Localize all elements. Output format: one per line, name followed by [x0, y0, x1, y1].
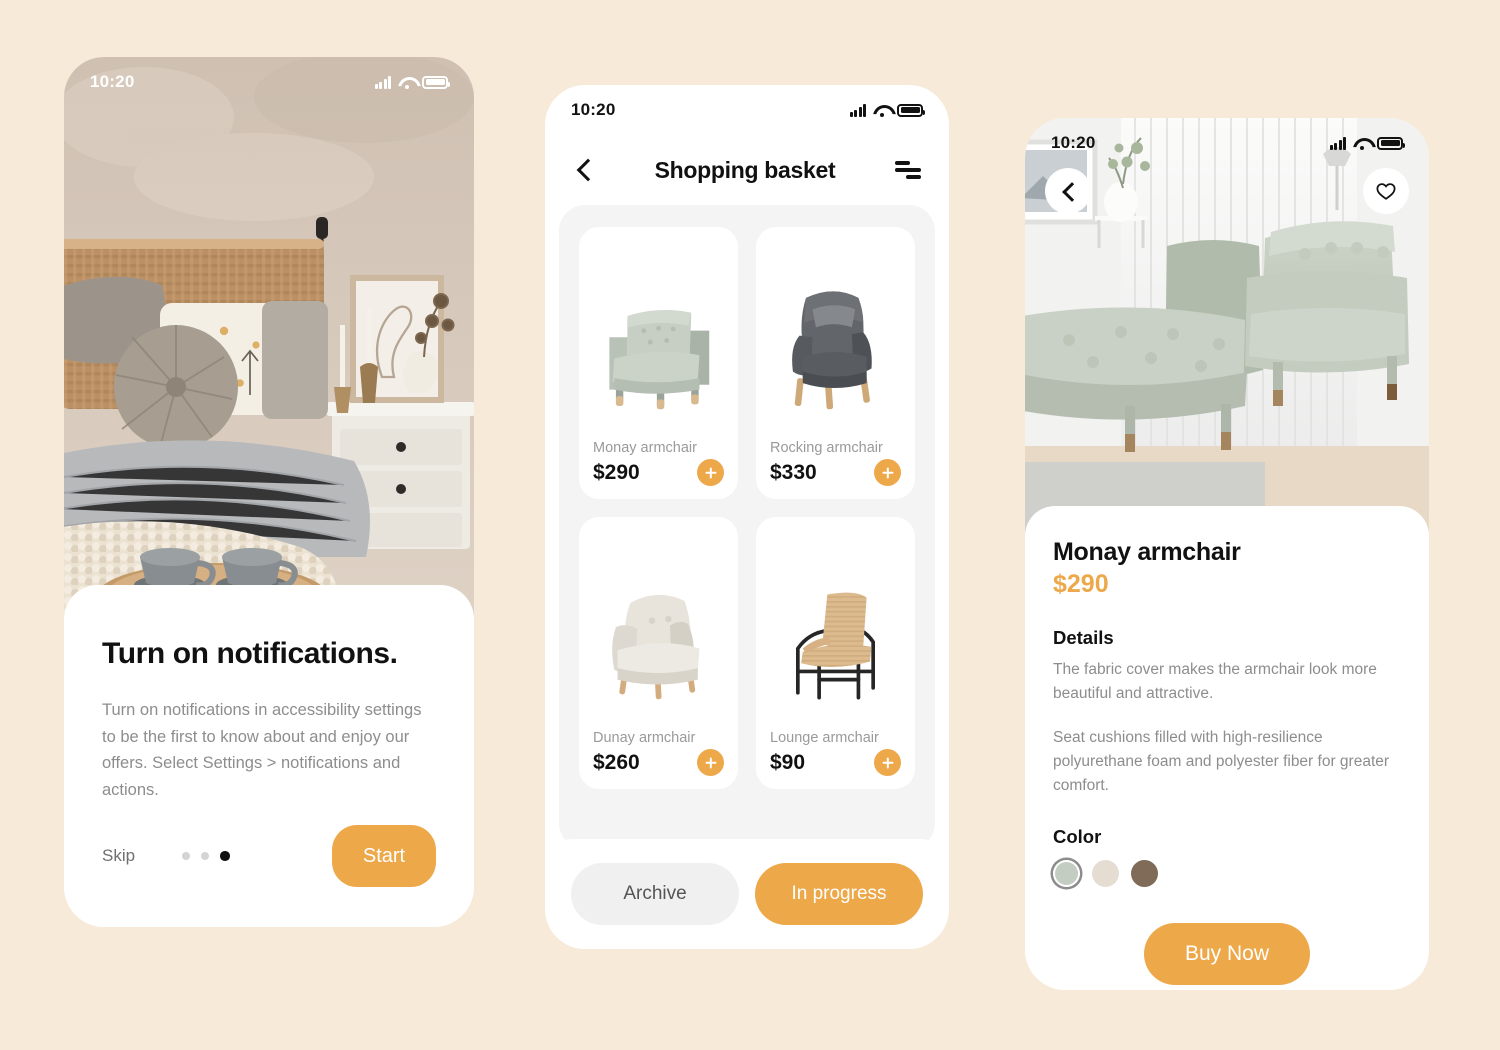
product-thumbnail-monay	[593, 241, 724, 440]
cellular-bars-icon	[1329, 136, 1346, 150]
pagination-dots	[182, 851, 230, 861]
onboarding-body: Turn on notifications in accessibility s…	[102, 701, 422, 800]
cellular-bars-icon	[374, 75, 391, 89]
bedroom-illustration	[64, 57, 474, 617]
start-button[interactable]: Start	[332, 825, 436, 887]
favorite-button[interactable]	[1363, 168, 1409, 214]
color-heading: Color	[1053, 826, 1102, 848]
basket-tabbar: Archive In progress	[545, 839, 949, 949]
tab-archive[interactable]: Archive	[571, 863, 739, 925]
product-title: Monay armchair	[1053, 538, 1241, 566]
product-price-row: $260	[593, 749, 724, 776]
page-title: Shopping basket	[654, 156, 836, 183]
color-swatch-cream[interactable]	[1092, 860, 1119, 888]
rattan-chair-illustration	[795, 592, 876, 700]
add-to-cart-button[interactable]	[697, 459, 724, 486]
skip-button[interactable]: Skip	[102, 846, 135, 866]
phone-screen-onboarding: 10:20 Turn on notifications. Turn on not…	[64, 57, 474, 927]
tufted-armchair-illustration	[612, 594, 700, 700]
product-price: $290	[593, 460, 640, 484]
phone-screen-basket: 10:20 Shopping basket Monay armchair $29…	[545, 85, 949, 949]
product-thumbnail-rocking	[770, 241, 901, 440]
basket-product-panel: Monay armchair $290 Rocking armchair $33…	[559, 205, 935, 849]
product-name: Lounge armchair	[770, 730, 879, 746]
app-showcase-canvas: 10:20 Turn on notifications. Turn on not…	[0, 0, 1500, 1050]
add-to-cart-button[interactable]	[874, 459, 901, 486]
wifi-icon	[398, 76, 415, 89]
back-icon[interactable]	[573, 159, 595, 181]
product-card[interactable]: Lounge armchair $90	[756, 517, 915, 789]
wifi-icon	[873, 104, 890, 117]
color-swatch-dark-brown[interactable]	[1131, 860, 1158, 888]
product-name: Monay armchair	[593, 440, 697, 456]
heart-icon	[1376, 183, 1396, 200]
boxy-armchair-illustration	[609, 310, 710, 410]
battery-icon	[422, 75, 450, 89]
product-thumbnail-lounge	[770, 531, 901, 730]
chevron-left-icon	[1059, 182, 1077, 200]
wingback-chair-illustration	[792, 291, 872, 410]
product-price-row: $290	[593, 459, 724, 486]
bedroom-hero-image	[64, 57, 474, 617]
onboarding-card: Turn on notifications. Turn on notificat…	[64, 585, 474, 927]
tab-in-progress[interactable]: In progress	[755, 863, 923, 925]
battery-icon	[897, 103, 925, 117]
product-price-row: $90	[770, 749, 901, 776]
details-paragraph-2: Seat cushions filled with high-resilienc…	[1053, 729, 1390, 795]
status-time: 10:20	[90, 72, 135, 91]
product-price-row: $330	[770, 459, 901, 486]
product-detail-card: Monay armchair $290 Details The fabric c…	[1025, 506, 1429, 990]
status-time: 10:20	[1051, 133, 1096, 152]
wifi-icon	[1353, 137, 1370, 150]
onboarding-title: Turn on notifications.	[102, 637, 398, 670]
product-grid: Monay armchair $290 Rocking armchair $33…	[579, 227, 915, 789]
status-bar-detail: 10:20	[1025, 118, 1429, 168]
phone-screen-product-detail: 10:20 Monay armchair $290 Details The fa…	[1025, 118, 1429, 990]
add-to-cart-button[interactable]	[697, 749, 724, 776]
product-price: $260	[593, 750, 640, 774]
buy-now-button[interactable]: Buy Now	[1144, 923, 1310, 986]
add-to-cart-button[interactable]	[874, 749, 901, 776]
product-card[interactable]: Monay armchair $290	[579, 227, 738, 499]
color-swatch-sage-green[interactable]	[1053, 860, 1080, 888]
product-price: $330	[770, 460, 817, 484]
status-icons	[1329, 136, 1405, 150]
product-thumbnail-dunay	[593, 531, 724, 730]
details-heading: Details	[1053, 627, 1114, 648]
filter-lines-icon[interactable]	[895, 161, 921, 179]
pagination-dot-1[interactable]	[182, 852, 191, 860]
product-card[interactable]: Rocking armchair $330	[756, 227, 915, 499]
cellular-bars-icon	[849, 103, 866, 117]
battery-icon	[1377, 136, 1405, 150]
pagination-dot-3-active[interactable]	[220, 851, 230, 861]
status-icons	[849, 103, 925, 117]
product-name: Dunay armchair	[593, 730, 696, 746]
status-icons	[374, 75, 450, 89]
status-bar-basket: 10:20	[545, 85, 949, 135]
color-swatch-list	[1053, 860, 1401, 888]
product-price: $90	[770, 750, 806, 774]
product-price: $290	[1053, 570, 1109, 598]
back-button[interactable]	[1045, 168, 1091, 214]
pagination-dot-2[interactable]	[201, 852, 210, 860]
onboarding-footer: Skip Start	[102, 825, 436, 887]
status-bar-onboarding: 10:20	[64, 57, 474, 107]
product-name: Rocking armchair	[770, 440, 883, 456]
status-time: 10:20	[571, 100, 616, 119]
product-card[interactable]: Dunay armchair $260	[579, 517, 738, 789]
basket-navbar: Shopping basket	[545, 135, 949, 205]
details-paragraph-1: The fabric cover makes the armchair look…	[1053, 661, 1377, 703]
